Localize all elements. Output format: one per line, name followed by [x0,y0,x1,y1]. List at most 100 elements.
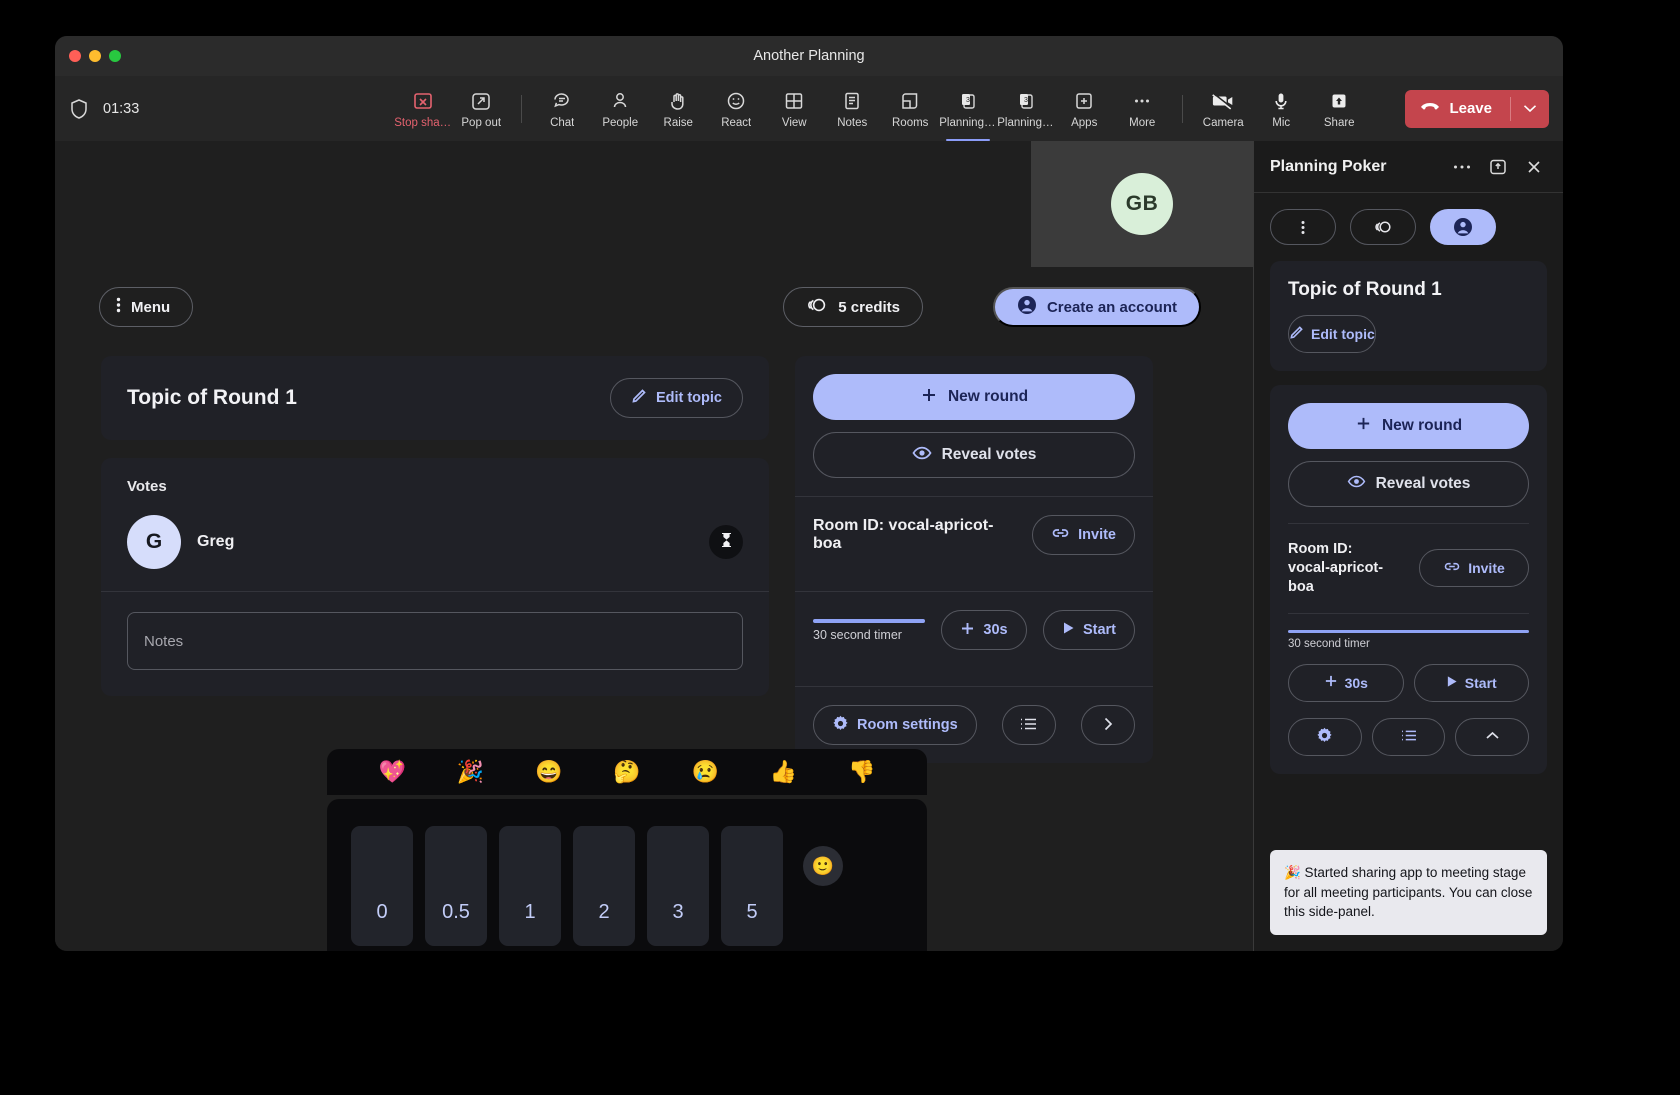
plus-icon [960,621,975,640]
side-panel-invite-button[interactable]: Invite [1419,549,1529,588]
side-panel-header: Planning Poker [1254,141,1563,193]
emoji-heart[interactable]: 💖 [378,761,405,783]
side-panel-list-view-button[interactable] [1371,717,1446,756]
poker-card[interactable]: 0 [351,826,413,946]
avatar: G [127,515,181,569]
expand-next-button[interactable] [1080,705,1135,745]
leave-button-group[interactable]: Leave [1405,89,1549,128]
room-settings-button[interactable]: Room settings [813,705,977,745]
emoji-picker-button[interactable]: 🙂 [803,846,843,886]
rooms-button[interactable]: Rooms [882,85,938,132]
emoji-grin[interactable]: 😄 [535,761,562,783]
side-panel-room-settings-button[interactable] [1288,717,1362,756]
notes-button[interactable]: Notes [824,85,880,132]
emoji-sad[interactable]: 😢 [692,761,719,783]
add-30s-button[interactable]: 30s [941,610,1027,650]
side-panel-popout-button[interactable] [1485,154,1511,180]
side-panel-credits-tab[interactable] [1350,209,1416,245]
side-panel-close-button[interactable] [1521,154,1547,180]
view-button[interactable]: View [766,85,822,132]
side-panel-more-button[interactable] [1449,154,1475,180]
chat-button[interactable]: Chat [534,85,590,132]
poker-card[interactable]: 1 [499,826,561,946]
side-panel-add-30s-button[interactable]: 30s [1288,663,1404,702]
emoji-thumbs-up[interactable]: 👍 [770,761,797,783]
view-label: View [781,117,807,129]
poker-card[interactable]: 3 [647,826,709,946]
chevron-up-icon [1485,729,1500,744]
side-panel-menu-tab[interactable] [1270,209,1336,245]
side-panel-topic-card: Topic of Round 1 Edit topic [1270,261,1547,371]
side-panel-timer-caption: 30 second timer [1288,637,1370,650]
raise-hand-button[interactable]: Raise [650,85,706,132]
eye-icon [912,446,932,465]
chat-icon [551,89,573,113]
planning-poker-button-2[interactable]: 3 Planning P... [997,85,1055,132]
react-button[interactable]: React [708,85,764,132]
mic-button[interactable]: Mic [1253,85,1309,132]
shared-app-area: Menu 5 credits Create an account Topic o… [55,141,1253,951]
list-view-button[interactable] [1001,705,1056,745]
credits-coin-icon [806,296,828,318]
side-panel-new-round-button[interactable]: New round [1288,403,1529,449]
reveal-votes-button[interactable]: Reveal votes [813,432,1135,478]
share-button[interactable]: Share [1311,85,1367,132]
poker-card[interactable]: 0.5 [425,826,487,946]
camera-button[interactable]: Camera [1195,85,1251,132]
more-label: More [1129,117,1156,129]
stop-sharing-button[interactable]: Stop sharing [394,85,453,132]
topic-title: Topic of Round 1 [127,386,297,409]
emoji-thinking[interactable]: 🤔 [613,761,640,783]
planning-poker-button-1[interactable]: 3 Planning P... [939,85,997,141]
more-dots-icon [1454,165,1470,168]
timer-progress-bar [813,618,925,623]
menu-label: Menu [131,298,171,316]
people-button[interactable]: People [592,85,648,132]
pop-out-button[interactable]: Pop out [453,85,509,132]
raise-hand-icon [667,89,689,113]
desktop-background: Another Planning 01:33 Stop sharin Pop o… [0,0,1680,1095]
poker-card[interactable]: 5 [721,826,783,946]
emoji-thumbs-down[interactable]: 👎 [848,761,875,783]
menu-button[interactable]: Menu [99,287,194,327]
edit-topic-label: Edit topic [655,390,722,406]
stop-sharing-label: Stop sharing [394,117,453,129]
side-panel-start-timer-button[interactable]: Start [1413,663,1529,702]
room-id-label: Room ID: vocal-apricot-boa [813,517,994,552]
start-timer-button[interactable]: Start [1042,610,1135,650]
app-left-column: Topic of Round 1 Edit topic Votes G Greg… [101,356,769,696]
invite-button[interactable]: Invite [1032,515,1135,555]
edit-topic-button[interactable]: Edit topic [609,378,743,418]
kebab-menu-icon [1301,220,1305,234]
toolbar-center: Stop sharing Pop out [369,85,1393,141]
leave-button[interactable]: Leave [1405,90,1510,128]
apps-label: Apps [1071,117,1098,129]
side-panel-reveal-votes-label: Reveal votes [1375,475,1471,492]
chevron-down-icon [1523,105,1537,113]
poker-card[interactable]: 2 [573,826,635,946]
side-panel-timer-buttons: 30s Start [1288,663,1529,702]
round-actions: New round Reveal votes [795,356,1153,478]
emoji-party[interactable]: 🎉 [457,761,484,783]
side-panel-edit-topic-button[interactable]: Edit topic [1288,315,1376,353]
credits-coin-icon [1375,221,1391,233]
new-round-button[interactable]: New round [813,374,1135,420]
apps-button[interactable]: Apps [1056,85,1112,132]
leave-dropdown-button[interactable] [1511,104,1549,113]
notes-input[interactable] [127,612,743,670]
side-panel-collapse-button[interactable] [1455,717,1530,756]
pencil-icon [1289,325,1304,343]
side-panel-room-id-row: Room ID: vocal-apricot-boa Invite [1288,540,1529,597]
camera-off-icon [1211,89,1235,113]
add-30s-label: 30s [983,622,1008,638]
create-account-label: Create an account [1046,298,1177,316]
create-account-button[interactable]: Create an account [992,287,1201,327]
side-panel-account-tab[interactable] [1430,209,1496,245]
shield-icon [69,98,89,120]
more-button[interactable]: More [1114,85,1170,132]
apps-plus-icon [1073,89,1095,113]
side-panel-new-round-label: New round [1381,417,1463,434]
side-panel-reveal-votes-button[interactable]: Reveal votes [1288,461,1529,507]
credits-button[interactable]: 5 credits [783,287,923,327]
user-circle-icon [1017,295,1037,319]
